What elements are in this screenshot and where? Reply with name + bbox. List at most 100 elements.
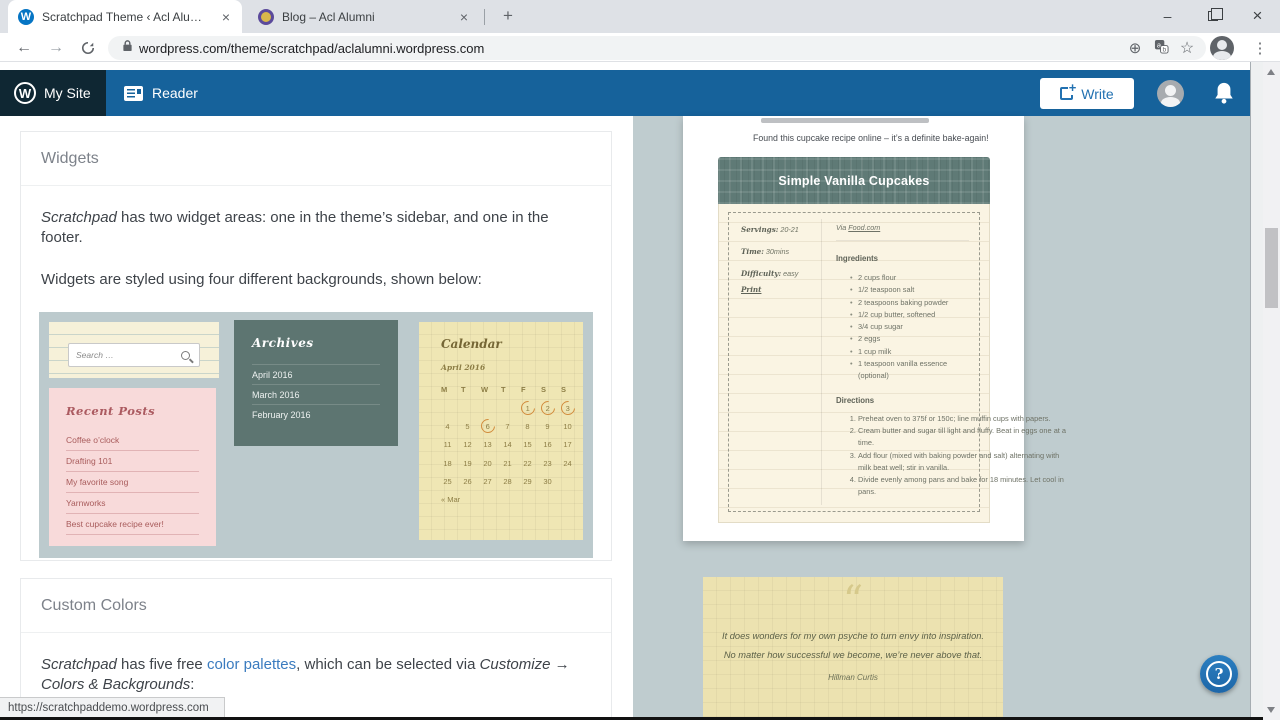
blog-preview-page: Found this cupcake recipe online – it’s … [683,116,1024,541]
recipe-meta-row: Servings: 20-21 [741,225,813,234]
calendar-day-cell: 21 [501,454,521,473]
direction-step: Divide evenly among pans and bake for 18… [858,474,1068,499]
ingredients-list: 2 cups flour1/2 teaspoon salt2 teaspoons… [850,272,969,383]
recent-post-item: Yarnworks [66,493,199,514]
status-link-text: https://scratchpaddemo.wordpress.com [8,702,209,714]
calendar-day-cell [461,399,481,418]
post-intro-text: Found this cupcake recipe online – it’s … [753,133,989,143]
archive-item: March 2016 [252,384,380,404]
chrome-profile-avatar[interactable] [1210,36,1234,60]
search-input: Search … [68,343,200,367]
restore-button[interactable] [1190,0,1235,32]
calendar-day-cell: 8 [521,417,541,436]
archives-widget-demo: Archives April 2016March 2016February 20… [234,320,398,446]
calendar-day-cell: 30 [541,473,561,492]
my-site-button[interactable]: W My Site [0,70,106,116]
address-bar[interactable]: wordpress.com/theme/scratchpad/aclalumni… [108,36,1206,60]
tab-title: Scratchpad Theme ‹ Acl Alumni – [42,10,212,24]
theme-name: Scratchpad [41,656,117,673]
calendar-day-cell: 2 [541,399,561,418]
meta-value: easy [783,269,798,278]
back-button[interactable]: ← [10,33,38,62]
widgets-section-card: Widgets Scratchpad has two widget areas:… [20,131,612,561]
new-tab-button[interactable]: + [496,5,520,29]
calendar-weekday: S [561,380,581,399]
direction-step: Cream butter and sugar till light and fl… [858,425,1068,450]
theme-name: Scratchpad [41,209,117,226]
archives-list: April 2016March 2016February 2016 [252,364,380,424]
calendar-day-cell: 16 [541,436,561,455]
scrollbar-down-arrow-icon[interactable] [1267,707,1275,713]
recent-posts-widget-demo: Recent Posts Coffee o’clockDrafting 101M… [49,388,216,546]
archives-title: Archives [252,336,380,350]
recent-post-item: My favorite song [66,472,199,493]
recent-posts-list: Coffee o’clockDrafting 101My favorite so… [66,430,199,535]
ingredient-item: 2 eggs [850,333,969,345]
calendar-day-cell: 9 [541,417,561,436]
tab-blog[interactable]: Blog – Acl Alumni × [248,0,480,33]
page-scrollbar[interactable] [1263,62,1280,720]
chrome-menu-icon[interactable]: ⋮ [1246,33,1274,62]
bookmark-star-icon[interactable]: ☆ [1174,38,1200,58]
meta-value: 30mins [766,247,789,256]
help-icon: ? [1206,661,1232,687]
tab-title: Blog – Acl Alumni [282,10,450,24]
color-palettes-link[interactable]: color palettes [207,656,296,673]
calendar-weekday: T [501,380,521,399]
wp-profile-avatar[interactable] [1157,80,1184,107]
window-controls: – × [1145,0,1280,32]
calendar-title: Calendar [441,337,583,351]
calendar-day-cell: 28 [501,473,521,492]
tab-close-icon[interactable]: × [458,9,470,25]
theme-preview-panel: Found this cupcake recipe online – it’s … [633,116,1250,720]
search-icon [181,351,190,360]
recipe-meta-row: Difficulty: easy [741,269,813,278]
quote-author: Hillman Curtis [703,673,1003,682]
custom-colors-paragraph: Scratchpad has five free color palettes,… [41,655,591,695]
minimize-button[interactable]: – [1145,0,1190,32]
browser-window: W Scratchpad Theme ‹ Acl Alumni – × Blog… [0,0,1280,720]
close-window-button[interactable]: × [1235,0,1280,32]
calendar-day-cell: 26 [461,473,481,492]
cutoff-strikethrough-text [761,118,929,123]
theme-description-column: Widgets Scratchpad has two widget areas:… [0,116,633,720]
notifications-bell-icon[interactable] [1213,81,1235,110]
tab-scratchpad-theme[interactable]: W Scratchpad Theme ‹ Acl Alumni – × [8,0,242,33]
calendar-day-cell [481,399,501,418]
browser-toolbar: ← → wordpress.com/theme/scratchpad/aclal… [0,33,1280,62]
zoom-plus-icon[interactable]: ⊕ [1122,39,1148,57]
reader-icon [124,86,143,101]
search-placeholder: Search … [76,350,181,360]
panel-right-strip [1251,62,1263,720]
help-button[interactable]: ? [1200,655,1238,693]
scrollbar-thumb[interactable] [1265,228,1278,308]
paragraph-text: : [190,676,194,693]
reload-button[interactable] [74,33,102,62]
calendar-grid: MTWTFSS123456789101112131415161718192021… [441,380,583,491]
calendar-day-cell: 12 [461,436,481,455]
calendar-day-cell: 1 [521,399,541,418]
recipe-card-body: Servings: 20-21Time: 30minsDifficulty: e… [718,204,990,523]
meta-label: Servings: [741,225,778,234]
search-widget-demo: Search … [49,322,219,378]
reader-label: Reader [152,85,198,101]
direction-step: Preheat oven to 375f or 150c; line muffi… [858,413,1068,425]
ingredient-item: 2 cups flour [850,272,969,284]
ingredient-item: 1/2 cup butter, softened [850,309,969,321]
paragraph-text: has two widget areas: one in the theme’s… [41,209,549,246]
custom-colors-heading: Custom Colors [41,597,147,615]
calendar-weekday: T [461,380,481,399]
scrollbar-up-arrow-icon[interactable] [1267,69,1275,75]
via-text: Via [836,223,848,232]
write-button[interactable]: Write [1040,78,1134,109]
reader-button[interactable]: Reader [106,70,216,116]
forward-button[interactable]: → [42,33,70,62]
calendar-day-cell: 4 [441,417,461,436]
recipe-card: Simple Vanilla Cupcakes Servings: 20-21T… [718,157,990,523]
restore-icon [1208,11,1218,21]
translate-icon[interactable]: ab [1148,39,1174,57]
svg-text:b: b [1162,47,1166,54]
wordpress-favicon-icon: W [18,9,34,25]
tab-close-icon[interactable]: × [220,9,232,25]
recent-posts-title: Recent Posts [66,404,199,418]
